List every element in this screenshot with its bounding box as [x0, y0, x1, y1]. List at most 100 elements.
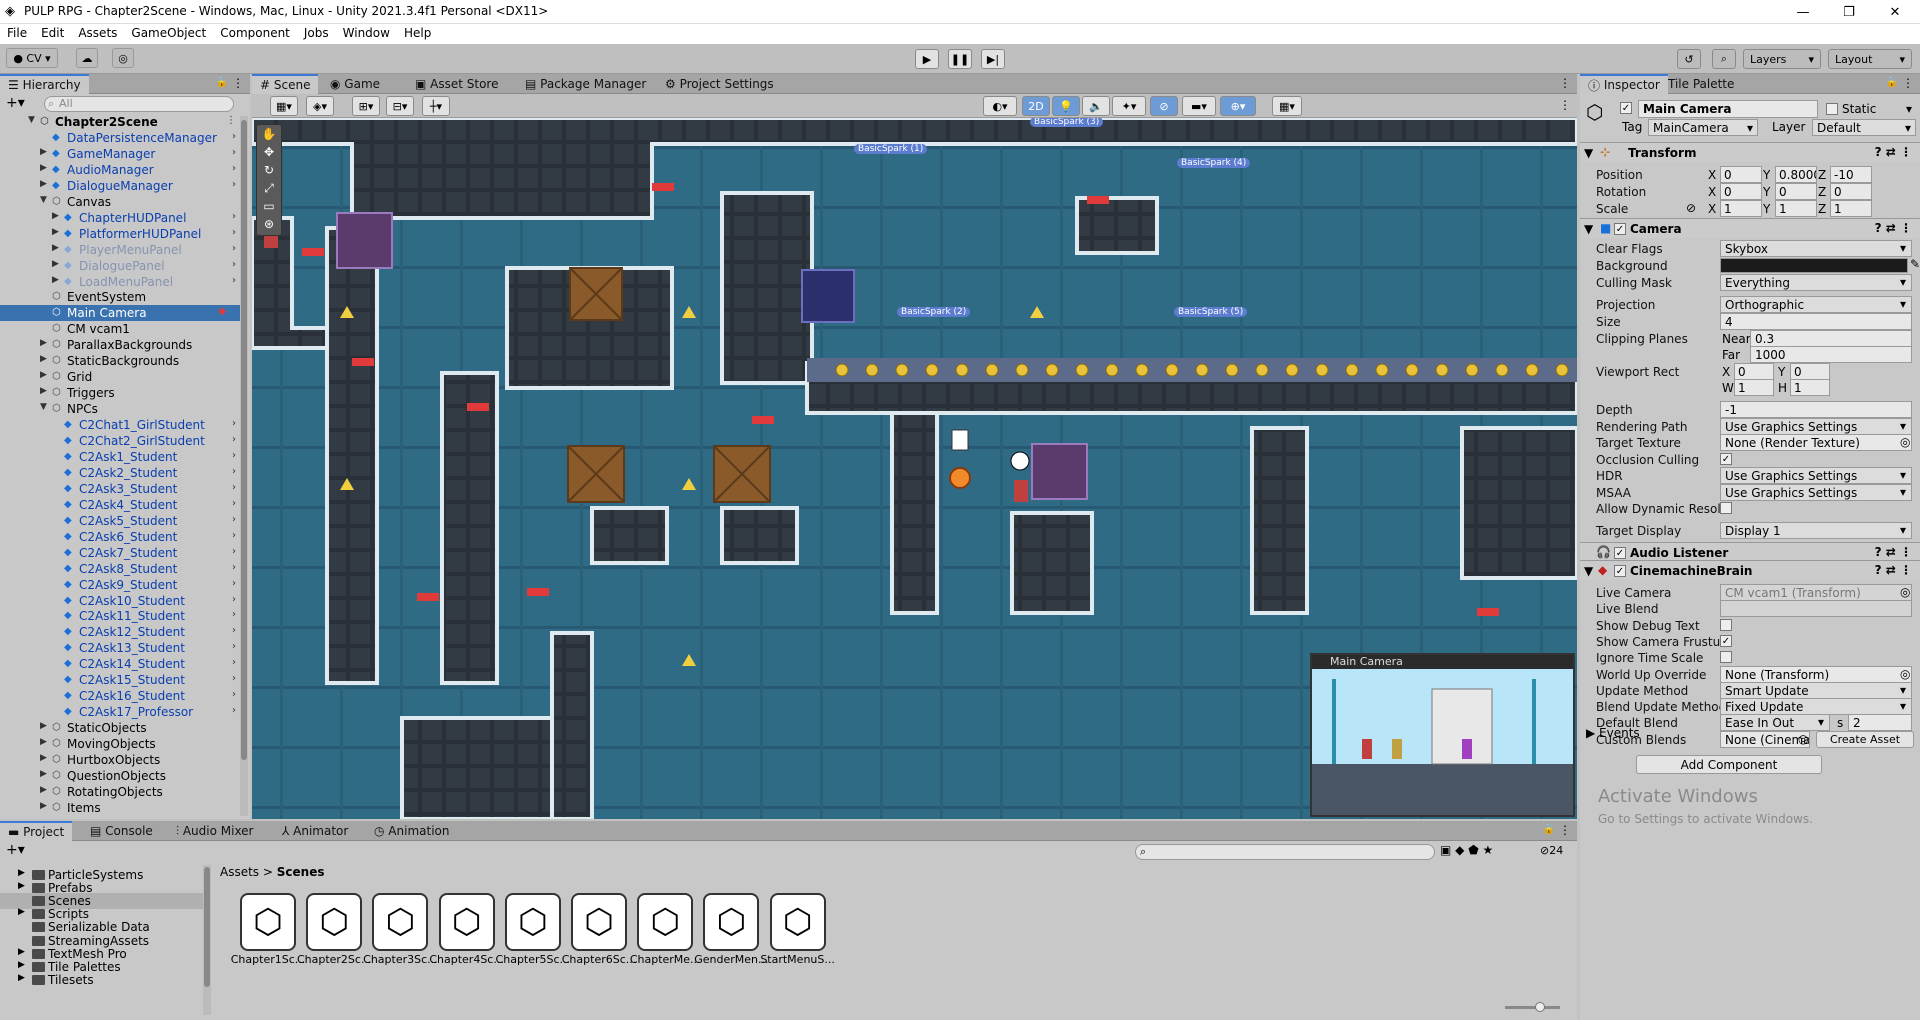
draw-mode-button[interactable]: ▦▾ [270, 96, 298, 116]
tab-hierarchy[interactable]: ☰ Hierarchy [0, 74, 89, 94]
step-button[interactable]: ▶| [981, 49, 1005, 69]
slider-thumb[interactable] [1535, 1002, 1545, 1012]
grid-snap-button[interactable]: ⊞▾ [352, 96, 380, 116]
layout-dropdown[interactable]: Layout ▾ [1828, 49, 1912, 69]
chevron-right-icon[interactable]: › [232, 275, 236, 286]
hand-tool-icon[interactable]: ✋ [257, 127, 281, 145]
foldout-closed-icon[interactable]: ▶ [18, 868, 25, 878]
chevron-right-icon[interactable]: › [232, 227, 236, 238]
more-icon[interactable]: ⋮ [1559, 76, 1571, 90]
more-icon[interactable]: ⋮ [1559, 98, 1571, 112]
scale-x-field[interactable]: 1 [1720, 200, 1762, 217]
foldout-closed-icon[interactable]: ▶ [40, 338, 47, 348]
property-field[interactable]: None (Transform) [1720, 665, 1912, 683]
add-component-button[interactable]: Add Component [1636, 755, 1822, 774]
tab-package-manager[interactable]: ▤ Package Manager [517, 74, 654, 94]
menu-gameobject[interactable]: GameObject [124, 24, 213, 44]
foldout-closed-icon[interactable]: ▶ [40, 386, 47, 396]
component-menu-icon[interactable]: ? ⇄ ⋮ [1875, 545, 1912, 559]
scale-y-field[interactable]: 1 [1775, 200, 1817, 217]
hierarchy-scrollbar[interactable] [240, 116, 248, 816]
chevron-right-icon[interactable]: › [232, 466, 236, 477]
property-field[interactable]: -1 [1720, 401, 1912, 418]
foldout-closed-icon[interactable]: ▶ [18, 973, 25, 983]
hierarchy-item[interactable]: ◆ DataPersistenceManager › [0, 130, 240, 146]
move-tool-icon[interactable]: ✥ [257, 145, 281, 163]
hierarchy-item[interactable]: ◆ C2Chat1_GirlStudent › [0, 417, 240, 433]
object-name-field[interactable]: Main Camera [1638, 100, 1818, 118]
position-z-field[interactable]: -10 [1830, 166, 1872, 183]
object-picker-icon[interactable]: ◎ [1900, 667, 1910, 681]
hierarchy-item[interactable]: ◆ C2Ask1_Student › [0, 449, 240, 465]
transform-tool-icon[interactable]: ⊛ [257, 217, 281, 235]
foldout-closed-icon[interactable]: ▶ [18, 960, 25, 970]
foldout-open-icon[interactable]: ▼ [40, 402, 47, 412]
chevron-right-icon[interactable]: › [232, 609, 236, 620]
hierarchy-item[interactable]: ▼ ⬡ Canvas [0, 194, 240, 210]
foldout-closed-icon[interactable]: ▶ [52, 243, 59, 253]
camera-button[interactable]: ▬▾ [1182, 96, 1216, 116]
hierarchy-item[interactable]: ◆ C2Ask7_Student › [0, 545, 240, 561]
hierarchy-item[interactable]: ▶ ⬡ StaticObjects [0, 720, 240, 736]
gizmo-toggle-button[interactable]: ◈▾ [306, 96, 334, 116]
rect-field[interactable]: 0 [1734, 362, 1774, 380]
property-dropdown[interactable]: Skybox [1720, 240, 1912, 257]
tab-tile-palette[interactable]: Tile Palette [1660, 74, 1742, 94]
chevron-right-icon[interactable]: › [232, 179, 236, 190]
tag-dropdown[interactable]: MainCamera ▾ [1648, 119, 1758, 136]
scene-asset[interactable]: ⬡ Chapter5Sc... [495, 893, 571, 966]
property-field[interactable]: 0.3 [1750, 329, 1912, 347]
foldout-closed-icon[interactable]: ▶ [40, 147, 47, 157]
hierarchy-item[interactable]: ◆ C2Ask16_Student › [0, 688, 240, 704]
scale-z-field[interactable]: 1 [1830, 200, 1872, 217]
tab-scene[interactable]: # Scene [252, 74, 319, 94]
menu-component[interactable]: Component [213, 24, 297, 44]
hierarchy-item[interactable]: ▶ ⬡ RotatingObjects [0, 784, 240, 800]
hierarchy-item[interactable]: ◆ C2Chat2_GirlStudent › [0, 433, 240, 449]
foldout-closed-icon[interactable]: ▶ [18, 881, 25, 891]
hierarchy-item[interactable]: ▶ ◆ PlatformerHUDPanel › [0, 226, 240, 242]
chevron-right-icon[interactable]: › [232, 594, 236, 605]
hierarchy-item[interactable]: ◆ C2Ask14_Student › [0, 656, 240, 672]
hierarchy-item[interactable]: ▶ ◆ DialogueManager › [0, 178, 240, 194]
foldout-closed-icon[interactable]: ▶ [40, 370, 47, 380]
chevron-right-icon[interactable]: › [232, 705, 236, 716]
property-dropdown[interactable]: Everything [1720, 273, 1912, 291]
rotation-z-field[interactable]: 0 [1830, 183, 1872, 200]
snap-button[interactable]: ⊟▾ [386, 96, 414, 116]
menu-edit[interactable]: Edit [34, 24, 71, 44]
scene-view[interactable]: BasicSpark (1) BasicSpark (3) BasicSpark… [252, 118, 1577, 819]
background-color-swatch[interactable] [1720, 258, 1908, 273]
hierarchy-item[interactable]: ▶ ⬡ Grid [0, 369, 240, 385]
hierarchy-item[interactable]: ▶ ⬡ MovingObjects [0, 736, 240, 752]
brain-enabled-checkbox[interactable]: ✓ [1614, 565, 1626, 577]
rotate-tool-icon[interactable]: ↻ [257, 163, 281, 181]
scrollbar-thumb[interactable] [204, 867, 210, 987]
effects-button[interactable]: ✦▾ [1112, 96, 1146, 116]
property-field[interactable]: None (Cinemac [1720, 730, 1810, 748]
foldout-closed-icon[interactable]: ▶ [52, 259, 59, 269]
property-field[interactable]: 4 [1720, 312, 1912, 330]
chevron-right-icon[interactable]: › [232, 562, 236, 573]
rotation-x-field[interactable]: 0 [1720, 183, 1762, 200]
chevron-right-icon[interactable]: › [232, 657, 236, 668]
chevron-right-icon[interactable]: › [232, 546, 236, 557]
foldout-closed-icon[interactable]: ▶ [40, 785, 47, 795]
scale-tool-icon[interactable]: ⤢ [257, 181, 281, 199]
object-picker-icon[interactable]: ◎ [1900, 435, 1910, 449]
scene-asset[interactable]: ⬡ ChapterMe... [627, 893, 703, 966]
hierarchy-item[interactable]: ◆ C2Ask11_Student › [0, 608, 240, 624]
transform-header[interactable]: ▼ ⊹ Transform ? ⇄ ⋮ [1580, 142, 1920, 162]
chevron-right-icon[interactable]: › [232, 498, 236, 509]
static-dropdown-icon[interactable]: ▾ [1906, 102, 1912, 116]
menu-assets[interactable]: Assets [71, 24, 124, 44]
foldout-closed-icon[interactable]: ▶ [40, 801, 47, 811]
hierarchy-item[interactable]: ◆ C2Ask10_Student › [0, 593, 240, 609]
foldout-closed-icon[interactable]: ▶ [40, 179, 47, 189]
menu-jobs[interactable]: Jobs [297, 24, 336, 44]
hierarchy-item[interactable]: ◆ C2Ask15_Student › [0, 672, 240, 688]
hierarchy-item[interactable]: ◆ C2Ask5_Student › [0, 513, 240, 529]
hierarchy-item[interactable]: ▶ ⬡ Items [0, 800, 240, 816]
scene-asset[interactable]: ⬡ Chapter1Sc... [230, 893, 306, 966]
hierarchy-item[interactable]: ▼ ⬡ NPCs [0, 401, 240, 417]
